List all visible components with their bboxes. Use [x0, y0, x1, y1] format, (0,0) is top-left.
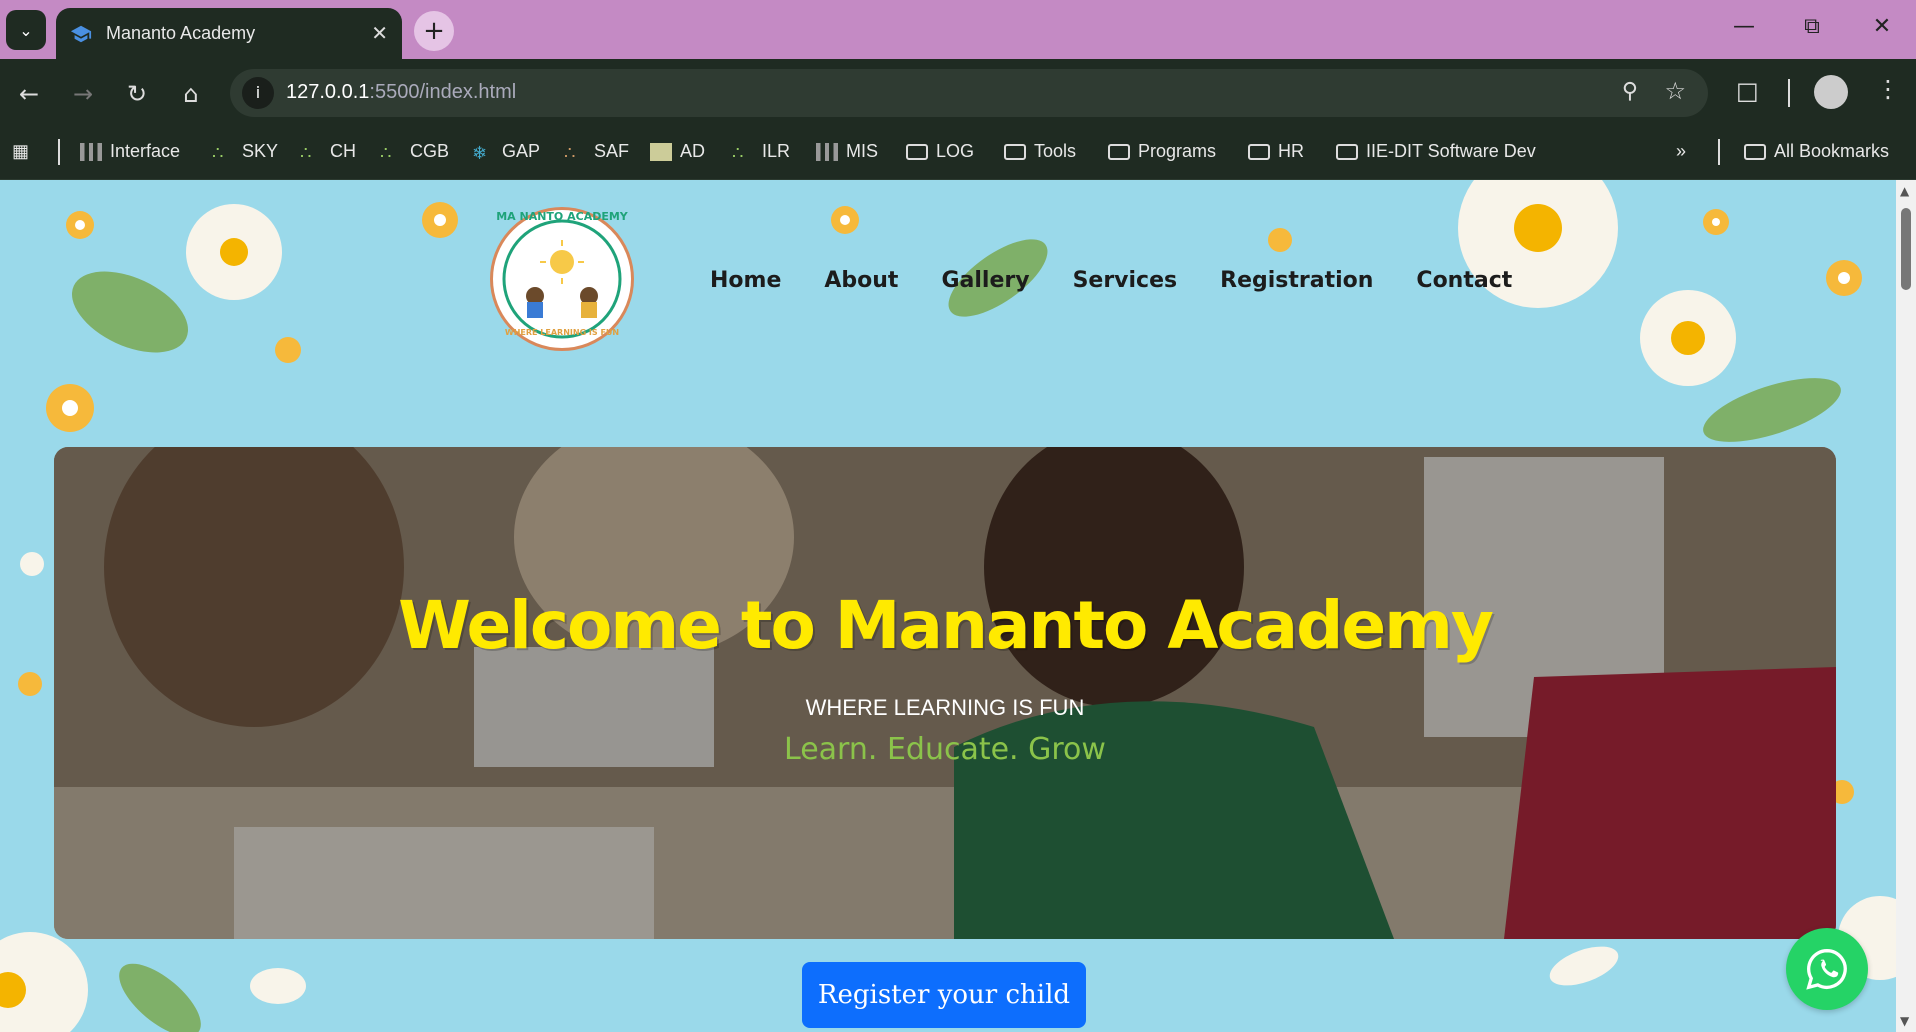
reload-icon[interactable]: ↻	[120, 77, 154, 111]
bookmark-star-icon[interactable]: ☆	[1664, 77, 1686, 105]
extensions-icon[interactable]: □	[1736, 77, 1759, 105]
page-viewport: MA NANTO ACADEMY WHERE LEARNING IS FUN H…	[0, 180, 1896, 1032]
chevron-down-icon: ⌄	[19, 20, 33, 40]
bookmark-programs[interactable]: Programs	[1108, 141, 1216, 162]
bookmark-iie-dit[interactable]: IIE-DIT Software Dev	[1336, 141, 1536, 162]
close-icon[interactable]: ✕	[371, 21, 388, 45]
scroll-up-arrow-icon[interactable]: ▲	[1900, 184, 1909, 198]
site-info-icon[interactable]: i	[242, 77, 274, 109]
bookmark-log[interactable]: LOG	[906, 141, 974, 162]
active-tab[interactable]: Mananto Academy ✕	[56, 8, 402, 59]
dots-icon: ∴	[564, 142, 576, 163]
folder-icon	[1744, 143, 1766, 160]
nav-contact[interactable]: Contact	[1416, 268, 1512, 293]
bookmark-mis[interactable]: MIS	[816, 141, 878, 162]
bar-chart-icon	[80, 142, 102, 161]
home-icon[interactable]: ⌂	[174, 77, 208, 111]
ad-icon	[650, 142, 672, 161]
url-text[interactable]: 127.0.0.1:5500/index.html	[286, 81, 516, 104]
main-nav: Home About Gallery Services Registration…	[710, 268, 1512, 293]
tab-title: Mananto Academy	[106, 23, 256, 43]
hero-subtitle: WHERE LEARNING IS FUN	[805, 695, 1085, 720]
register-child-button[interactable]: Register your child	[802, 962, 1086, 1028]
dots-icon: ∴	[300, 142, 312, 163]
tab-search-button[interactable]: ⌄	[6, 10, 46, 50]
snowflake-icon: ❄	[472, 142, 488, 163]
browser-toolbar: ← → ↻ ⌂ i 127.0.0.1:5500/index.html ⚲ ☆ …	[0, 59, 1916, 127]
restore-button[interactable]: ⧉	[1792, 14, 1832, 39]
scrollbar[interactable]: ▲ ▼	[1896, 180, 1916, 1032]
bookmarks-bar: ▦ Interface ∴ SKY ∴ CH ∴ CGB ❄ GAP ∴ SAF AD ∴…	[0, 127, 1916, 180]
bookmark-tools[interactable]: Tools	[1004, 141, 1076, 162]
bookmark-interface[interactable]: Interface	[80, 141, 180, 162]
folder-icon	[1004, 143, 1026, 160]
folder-icon	[1108, 143, 1130, 160]
logo-top-text: MA NANTO ACADEMY	[496, 210, 628, 223]
nav-gallery[interactable]: Gallery	[941, 268, 1029, 293]
apps-grid-icon[interactable]: ▦	[12, 141, 29, 162]
tab-strip: ⌄ Mananto Academy ✕ + — ⧉ ✕	[0, 0, 1916, 59]
folder-icon	[1336, 143, 1358, 160]
toolbar-divider	[1788, 79, 1790, 107]
bookmark-saf[interactable]: ∴ SAF	[564, 141, 629, 163]
bookmark-ilr[interactable]: ∴ ILR	[732, 141, 790, 163]
folder-icon	[1248, 143, 1270, 160]
nav-about[interactable]: About	[824, 268, 898, 293]
bookmarks-divider	[1718, 139, 1720, 165]
new-tab-button[interactable]: +	[414, 11, 454, 51]
bookmark-sky[interactable]: ∴ SKY	[212, 141, 278, 163]
chevron-double-right-icon[interactable]: »	[1676, 141, 1686, 162]
bookmark-ch[interactable]: ∴ CH	[300, 141, 356, 163]
bookmark-gap[interactable]: ❄ GAP	[472, 141, 540, 163]
dots-icon: ∴	[212, 142, 224, 163]
back-arrow-icon[interactable]: ←	[12, 77, 46, 111]
whatsapp-icon	[1806, 949, 1847, 990]
all-bookmarks[interactable]: All Bookmarks	[1744, 141, 1889, 162]
whatsapp-button[interactable]	[1786, 928, 1868, 1010]
hero-tagline: Learn. Educate. Grow	[784, 732, 1106, 767]
hero-banner: Welcome to Mananto Academy WHERE LEARNIN…	[54, 447, 1836, 939]
logo-bottom-text: WHERE LEARNING IS FUN	[504, 328, 620, 337]
nav-services[interactable]: Services	[1073, 268, 1178, 293]
hero-title: Welcome to Mananto Academy	[398, 587, 1494, 664]
bookmark-cgb[interactable]: ∴ CGB	[380, 141, 449, 163]
dots-icon: ∴	[380, 142, 392, 163]
plus-icon: +	[423, 16, 445, 46]
bar-chart-icon	[816, 142, 838, 161]
hero-overlay	[54, 447, 1836, 939]
graduation-cap-icon	[70, 25, 92, 42]
zoom-icon[interactable]: ⚲	[1622, 79, 1638, 104]
dots-icon: ∴	[732, 142, 744, 163]
forward-arrow-icon[interactable]: →	[66, 77, 100, 111]
bookmark-ad[interactable]: AD	[650, 141, 705, 162]
scroll-thumb[interactable]	[1901, 208, 1911, 290]
bookmark-hr[interactable]: HR	[1248, 141, 1304, 162]
more-menu-icon[interactable]: ⋮	[1876, 75, 1900, 103]
address-bar[interactable]: i 127.0.0.1:5500/index.html ⚲ ☆	[230, 69, 1708, 117]
profile-avatar[interactable]	[1814, 75, 1848, 109]
folder-icon	[906, 143, 928, 160]
bookmarks-divider	[58, 139, 60, 165]
minimize-button[interactable]: —	[1724, 14, 1764, 39]
close-window-button[interactable]: ✕	[1862, 14, 1902, 39]
scroll-down-arrow-icon[interactable]: ▼	[1900, 1014, 1909, 1028]
nav-registration[interactable]: Registration	[1220, 268, 1373, 293]
nav-home[interactable]: Home	[710, 268, 781, 293]
